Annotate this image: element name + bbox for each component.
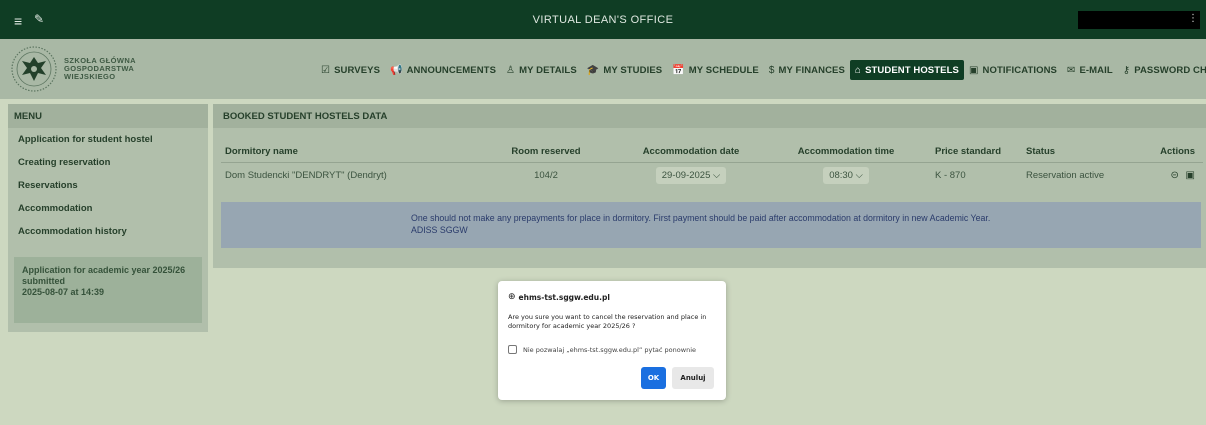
sidebar-title: MENU <box>8 104 208 128</box>
dialog-origin: ⊕ ehms-tst.sggw.edu.pl <box>508 292 610 302</box>
col-dormitory-name: Dormitory name <box>221 142 491 163</box>
sidebar-item-reservations[interactable]: Reservations <box>8 174 208 197</box>
actions-cell: ⊝ ▣ <box>1151 162 1203 188</box>
table-row: Dom Studencki "DENDRYT" (Dendryt) 104/2 … <box>221 162 1203 188</box>
main-panel: BOOKED STUDENT HOSTELS DATA Dormitory na… <box>213 104 1206 268</box>
main-header: SZKOŁA GŁÓWNA GOSPODARSTWA WIEJSKIEGO ☑ S… <box>0 39 1206 99</box>
nav-my-schedule[interactable]: 📅 MY SCHEDULE <box>667 60 764 80</box>
status-cell: Reservation active <box>1026 169 1105 181</box>
graduation-cap-icon: 🎓 <box>586 64 600 76</box>
top-bar: ≡ ✎ VIRTUAL DEAN'S OFFICE ⋮ <box>0 0 1206 39</box>
time-cell: 08:30 ⌵ <box>781 162 911 188</box>
nav-my-finances[interactable]: $ MY FINANCES <box>764 60 850 80</box>
university-logo-icon[interactable] <box>8 45 60 93</box>
col-price-standard: Price standard <box>911 142 1026 163</box>
col-actions: Actions <box>1151 142 1203 163</box>
home-icon: ⌂ <box>854 64 862 76</box>
dollar-icon: $ <box>768 64 775 76</box>
time-dropdown[interactable]: 08:30 ⌵ <box>823 166 869 184</box>
confirm-dialog: ⊕ ehms-tst.sggw.edu.pl Are you sure you … <box>498 281 726 400</box>
calendar-icon: 📅 <box>672 64 685 76</box>
notification-icon: ▣ <box>968 64 979 76</box>
price-cell: K - 870 <box>935 169 966 181</box>
university-name: SZKOŁA GŁÓWNA GOSPODARSTWA WIEJSKIEGO <box>64 56 136 81</box>
sidebar: MENU Application for student hostel Crea… <box>8 104 208 332</box>
nav-student-hostels[interactable]: ⌂ STUDENT HOSTELS <box>849 60 964 80</box>
cancel-button[interactable]: Anuluj <box>672 367 714 389</box>
nav-my-studies[interactable]: 🎓 MY STUDIES <box>582 60 667 80</box>
nav-password-change[interactable]: ⚷PASSWORD CHANGE <box>1118 60 1206 80</box>
nav-e-mail[interactable]: ✉ E-MAIL <box>1062 60 1118 80</box>
globe-icon: ⊕ <box>508 292 516 302</box>
application-status-box: Application for academic year 2025/26 su… <box>14 257 202 323</box>
nav-announcements[interactable]: 📢 ANNOUNCEMENTS <box>385 60 501 80</box>
col-room-reserved: Room reserved <box>491 142 601 163</box>
prepayment-info-box: One should not make any prepayments for … <box>221 202 1201 248</box>
col-accommodation-time: Accommodation time <box>781 142 911 163</box>
date-dropdown[interactable]: 29-09-2025 ⌵ <box>655 166 727 184</box>
person-icon: ♙ <box>506 64 516 76</box>
table-header-row: Dormitory name Room reserved Accommodati… <box>221 142 1203 163</box>
main-nav: ☑ SURVEYS 📢 ANNOUNCEMENTS ♙ MY DETAILS 🎓 MY … <box>316 60 1206 80</box>
sidebar-item-accommodation-history[interactable]: Accommodation history <box>8 220 208 243</box>
key-icon: ⚷ <box>1122 64 1131 76</box>
megaphone-icon: 📢 <box>390 64 403 76</box>
checkbox-square[interactable] <box>508 345 517 354</box>
nav-notifications[interactable]: ▣ NOTIFICATIONS <box>964 60 1062 80</box>
chevron-down-icon: ⌵ <box>713 169 721 181</box>
sidebar-item-application[interactable]: Application for student hostel <box>8 128 208 151</box>
envelope-icon: ✉ <box>1066 64 1076 76</box>
nav-my-details[interactable]: ♙ MY DETAILS <box>501 60 582 80</box>
room-cell: 104/2 <box>534 169 558 181</box>
ok-button[interactable]: OK <box>641 367 666 389</box>
dialog-message: Are you sure you want to cancel the rese… <box>508 313 707 330</box>
date-cell: 29-09-2025 ⌵ <box>601 162 781 188</box>
panel-title: BOOKED STUDENT HOSTELS DATA <box>213 104 1206 128</box>
kebab-menu-icon[interactable]: ⋮ <box>1188 13 1198 24</box>
nav-surveys[interactable]: ☑ SURVEYS <box>316 60 385 80</box>
app-title: VIRTUAL DEAN'S OFFICE <box>532 14 674 26</box>
dont-ask-again-checkbox[interactable]: Nie pozwalaj „ehms-tst.sggw.edu.pl” pyta… <box>508 345 696 354</box>
save-icon[interactable]: ▣ <box>1186 170 1195 181</box>
checkbox-icon: ☑ <box>321 64 331 76</box>
dormitory-name-cell: Dom Studencki "DENDRYT" (Dendryt) <box>225 169 387 181</box>
col-accommodation-date: Accommodation date <box>601 142 781 163</box>
sidebar-item-accommodation[interactable]: Accommodation <box>8 197 208 220</box>
chevron-down-icon: ⌵ <box>855 169 863 181</box>
sidebar-item-creating-reservation[interactable]: Creating reservation <box>8 151 208 174</box>
cancel-reservation-icon[interactable]: ⊝ <box>1171 170 1179 181</box>
user-menu[interactable]: ⋮ <box>1078 11 1200 29</box>
col-status: Status <box>1026 142 1151 163</box>
booked-hostels-table: Dormitory name Room reserved Accommodati… <box>221 142 1203 188</box>
